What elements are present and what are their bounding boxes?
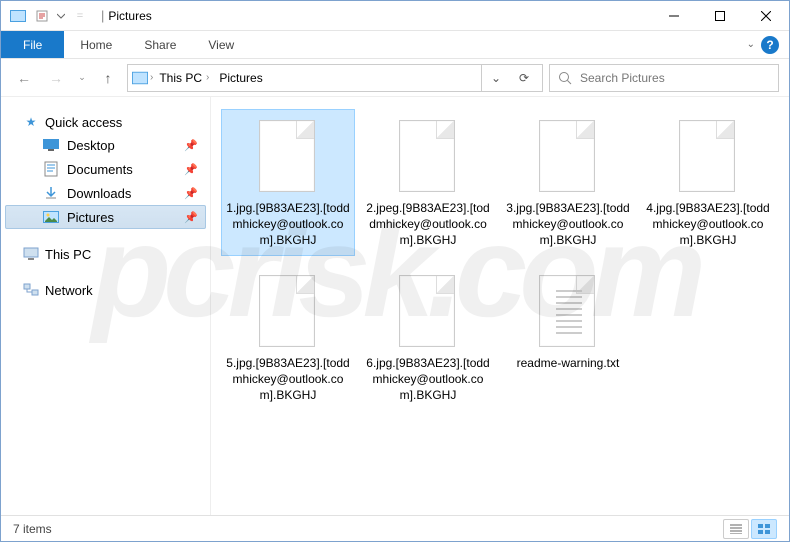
search-input[interactable]: Search Pictures <box>549 64 779 92</box>
nav-label: Quick access <box>45 115 122 130</box>
breadcrumb-this-pc[interactable]: This PC › <box>155 65 213 91</box>
down-icon <box>43 185 59 201</box>
nav-label: This PC <box>45 247 91 262</box>
recent-dropdown-icon[interactable]: ⌄ <box>75 65 89 91</box>
details-view-button[interactable] <box>723 519 749 539</box>
file-icon <box>671 116 745 196</box>
search-placeholder: Search Pictures <box>580 71 665 85</box>
status-bar: 7 items <box>1 515 789 541</box>
sidebar-item-label: Desktop <box>67 138 115 153</box>
sidebar-item-desktop[interactable]: Desktop 📌 <box>5 133 206 157</box>
file-item[interactable]: readme-warning.txt <box>501 264 635 411</box>
sidebar-item-documents[interactable]: Documents 📌 <box>5 157 206 181</box>
ribbon-expand-icon[interactable]: ⌄ <box>747 39 755 50</box>
minimize-button[interactable] <box>651 1 697 31</box>
folder-icon <box>132 70 148 86</box>
pin-icon: 📌 <box>184 187 198 200</box>
sidebar-item-label: Downloads <box>67 186 131 201</box>
file-name: 4.jpg.[9B83AE23].[toddmhickey@outlook.co… <box>646 200 770 249</box>
ribbon: File Home Share View ⌄ ? <box>1 31 789 59</box>
tab-share[interactable]: Share <box>128 31 192 58</box>
address-bar: ← → ⌄ ↑ › This PC › Pictures ⌄ ⟳ Search P… <box>1 59 789 97</box>
main-area: ★ Quick access Desktop📌Documents📌Downloa… <box>1 97 789 515</box>
search-icon <box>558 71 572 85</box>
window-title: Pictures <box>108 9 151 23</box>
file-name: 1.jpg.[9B83AE23].[toddmhickey@outlook.co… <box>226 200 350 249</box>
file-name: 6.jpg.[9B83AE23].[toddmhickey@outlook.co… <box>366 355 490 404</box>
docs-icon <box>43 161 59 177</box>
file-item[interactable]: 2.jpeg.[9B83AE23].[toddmhickey@outlook.c… <box>361 109 495 256</box>
tab-home[interactable]: Home <box>64 31 128 58</box>
file-tab[interactable]: File <box>1 31 64 58</box>
file-name: readme-warning.txt <box>517 355 620 371</box>
file-item[interactable]: 1.jpg.[9B83AE23].[toddmhickey@outlook.co… <box>221 109 355 256</box>
address-dropdown-icon[interactable]: ⌄ <box>482 65 510 91</box>
file-icon <box>531 271 605 351</box>
sidebar-item-pictures[interactable]: Pictures 📌 <box>5 205 206 229</box>
network-icon <box>23 282 39 298</box>
file-name: 5.jpg.[9B83AE23].[toddmhickey@outlook.co… <box>226 355 350 404</box>
icons-view-button[interactable] <box>751 519 777 539</box>
breadcrumb-label: This PC <box>159 71 202 85</box>
navigation-pane: ★ Quick access Desktop📌Documents📌Downloa… <box>1 97 211 515</box>
up-button[interactable]: ↑ <box>95 65 121 91</box>
sidebar-item-downloads[interactable]: Downloads 📌 <box>5 181 206 205</box>
file-icon <box>391 271 465 351</box>
file-list[interactable]: 1.jpg.[9B83AE23].[toddmhickey@outlook.co… <box>211 97 789 515</box>
pics-icon <box>43 209 59 225</box>
address-box[interactable]: › This PC › Pictures ⌄ ⟳ <box>127 64 543 92</box>
file-icon <box>251 116 325 196</box>
breadcrumb-pictures[interactable]: Pictures <box>215 65 266 91</box>
title-separator: | <box>101 8 104 23</box>
file-name: 2.jpeg.[9B83AE23].[toddmhickey@outlook.c… <box>366 200 490 249</box>
file-item[interactable]: 3.jpg.[9B83AE23].[toddmhickey@outlook.co… <box>501 109 635 256</box>
qat-separator: = <box>69 5 91 27</box>
window-controls <box>651 1 789 31</box>
title-bar: = | Pictures <box>1 1 789 31</box>
pin-icon: 📌 <box>184 211 198 224</box>
chevron-right-icon[interactable]: › <box>150 72 153 83</box>
close-button[interactable] <box>743 1 789 31</box>
pin-icon: 📌 <box>184 163 198 176</box>
file-item[interactable]: 5.jpg.[9B83AE23].[toddmhickey@outlook.co… <box>221 264 355 411</box>
maximize-button[interactable] <box>697 1 743 31</box>
pin-icon: 📌 <box>184 139 198 152</box>
pc-icon <box>23 246 39 262</box>
chevron-right-icon: › <box>206 72 209 83</box>
file-icon <box>391 116 465 196</box>
file-item[interactable]: 4.jpg.[9B83AE23].[toddmhickey@outlook.co… <box>641 109 775 256</box>
file-name: 3.jpg.[9B83AE23].[toddmhickey@outlook.co… <box>506 200 630 249</box>
desktop-icon <box>43 137 59 153</box>
network-header[interactable]: Network <box>5 279 206 301</box>
explorer-window: pcrisk.com = | Pictures File Home Share … <box>0 0 790 542</box>
nav-label: Network <box>45 283 93 298</box>
item-count: 7 items <box>13 522 52 536</box>
forward-button[interactable]: → <box>43 65 69 91</box>
file-item[interactable]: 6.jpg.[9B83AE23].[toddmhickey@outlook.co… <box>361 264 495 411</box>
file-icon <box>531 116 605 196</box>
star-icon: ★ <box>23 114 39 130</box>
tab-view[interactable]: View <box>192 31 250 58</box>
sidebar-item-label: Documents <box>67 162 133 177</box>
help-icon[interactable]: ? <box>761 36 779 54</box>
quick-access-toolbar: = <box>1 5 97 27</box>
quick-access-header[interactable]: ★ Quick access <box>5 111 206 133</box>
breadcrumb-label: Pictures <box>219 71 262 85</box>
folder-app-icon <box>7 5 29 27</box>
qat-dropdown-icon[interactable] <box>55 5 67 27</box>
file-icon <box>251 271 325 351</box>
refresh-icon[interactable]: ⟳ <box>510 65 538 91</box>
qat-properties-icon[interactable] <box>31 5 53 27</box>
this-pc-header[interactable]: This PC <box>5 243 206 265</box>
sidebar-item-label: Pictures <box>67 210 114 225</box>
back-button[interactable]: ← <box>11 65 37 91</box>
